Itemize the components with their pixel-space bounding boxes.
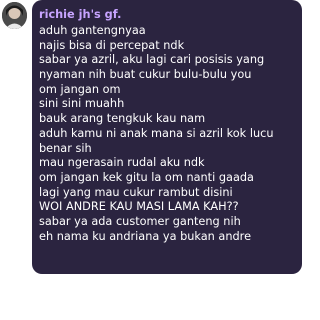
message-line: nyaman nih buat cukur bulu-bulu you: [39, 68, 252, 82]
message-line: eh nama ku andriana ya bukan andre: [39, 229, 252, 243]
sender-name[interactable]: richie jh's gf.: [39, 6, 296, 24]
message-line: sabar ya azril, aku lagi cari posisis ya…: [39, 53, 265, 67]
avatar[interactable]: [2, 2, 27, 29]
message-line: sabar ya ada customer ganteng nih: [39, 214, 241, 228]
message-line: aduh gantengnyaa: [39, 24, 146, 37]
message-lines: aduh gantengnyaa najis bisa di percepat n…: [39, 24, 296, 244]
message-line: sini sini muahh: [39, 97, 125, 111]
message-line: mau ngerasain rudal aku ndk: [39, 156, 205, 170]
message-line: om jangan kek gitu la om nanti gaada: [39, 170, 254, 184]
profile-avatar-icon: [2, 2, 27, 29]
message-line: om jangan om: [39, 82, 121, 96]
message-line: najis bisa di percepat ndk: [39, 38, 185, 52]
message-bubble[interactable]: richie jh's gf. aduh gantengnyaa najis bi…: [32, 0, 302, 274]
message-line: bauk arang tengkuk kau nam: [39, 112, 206, 126]
message-line: aduh kamu ni anak mana si azril kok lucu: [39, 126, 274, 140]
message-line: WOI ANDRE KAU MASI LAMA KAH??: [39, 200, 239, 214]
message-line: benar sih: [39, 141, 92, 155]
message-line: lagi yang mau cukur rambut disini: [39, 185, 233, 199]
